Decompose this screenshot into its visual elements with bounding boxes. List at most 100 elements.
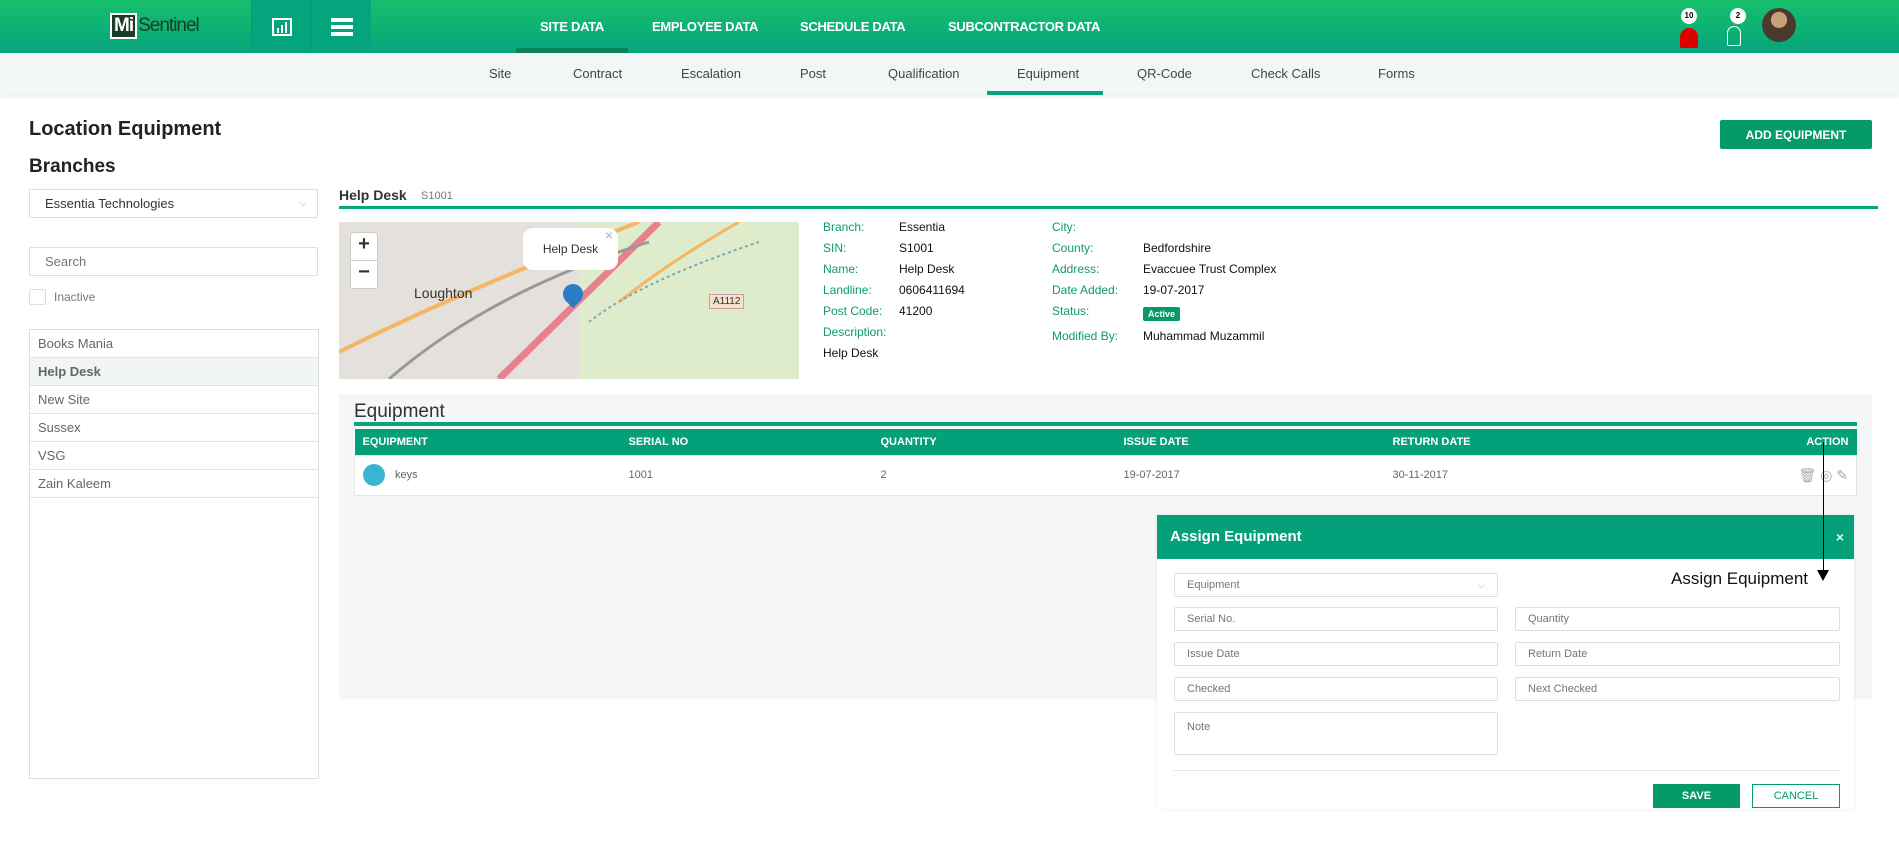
nav-subcontractor-data[interactable]: SUBCONTRACTOR DATA [948,0,1100,53]
info-value: Help Desk [899,262,955,276]
map-place-label: Loughton [414,285,473,301]
menu-button[interactable] [311,0,371,53]
zoom-out-button[interactable]: − [351,261,377,289]
subnav-site[interactable]: Site [489,53,511,95]
info-label: Description: [823,325,887,339]
close-icon[interactable]: × [1836,515,1844,559]
column-header[interactable]: ISSUE DATE [1124,429,1393,455]
column-header[interactable]: SERIAL NO [629,429,881,455]
subnav-forms[interactable]: Forms [1378,53,1415,95]
bell-icon [1727,26,1741,46]
serial-cell: 1001 [628,469,653,481]
divider [1174,770,1840,771]
add-equipment-button[interactable]: ADD EQUIPMENT [1720,120,1872,149]
next-checked-input[interactable] [1515,677,1840,701]
column-header[interactable]: EQUIPMENT [355,429,629,455]
inactive-label: Inactive [54,290,96,304]
chevron-down-icon: ⌵ [1478,579,1485,590]
equipment-table: EQUIPMENT SERIAL NO QUANTITY ISSUE DATE … [354,429,1857,496]
subnav-contract[interactable]: Contract [573,53,622,95]
nav-site-data[interactable]: SITE DATA [540,0,604,53]
site-map[interactable]: Loughton A1112 + − Help Desk × [339,222,799,379]
map-road-label: A1112 [709,294,745,309]
site-item[interactable]: New Site [30,386,318,414]
subnav-equipment[interactable]: Equipment [1017,53,1079,95]
notifications-badge: 2 [1730,8,1746,24]
info-value [899,325,965,339]
map-popup: Help Desk × [523,227,618,270]
info-label: Status: [1052,304,1090,318]
popup-close-icon[interactable]: × [605,222,613,256]
search-input[interactable] [29,247,318,276]
equipment-select-value: Equipment [1187,579,1240,591]
equipment-name: keys [395,468,418,481]
subnav-qr-code[interactable]: QR-Code [1137,53,1192,95]
site-item[interactable]: VSG [30,442,318,470]
info-label: Landline: [823,283,872,297]
checked-input[interactable] [1174,677,1498,701]
info-label: Branch: [823,220,865,234]
edit-icon[interactable]: ✎ [1836,467,1848,483]
quantity-cell: 2 [880,469,887,481]
info-value: Evaccuee Trust Complex [1143,262,1277,276]
info-label: SIN: [823,241,847,255]
save-button[interactable]: SAVE [1653,784,1740,808]
equipment-heading: Equipment [354,401,445,422]
nav-employee-data[interactable]: EMPLOYEE DATA [652,0,758,53]
map-popup-text: Help Desk [542,242,599,256]
site-item[interactable]: Zain Kaleem [30,470,318,498]
divider [354,422,1857,426]
site-title: Help Desk [339,187,407,203]
user-avatar[interactable] [1762,8,1796,42]
chevron-down-icon: ⌵ [299,198,307,209]
equipment-select[interactable]: Equipment ⌵ [1174,573,1498,597]
info-label: Date Added: [1052,283,1119,297]
siren-icon [1680,28,1698,48]
chart-icon [271,17,292,36]
site-item[interactable]: Sussex [30,414,318,442]
zoom-in-button[interactable]: + [351,233,377,261]
return-date-input[interactable] [1515,642,1840,666]
site-info-left: Branch: Essentia SIN: S1001 Name: Help Desk… [823,220,965,360]
info-label: Address: [1052,262,1100,276]
alerts-button[interactable]: 10 [1678,8,1700,48]
subnav-qualification[interactable]: Qualification [888,53,960,95]
subnav-check-calls[interactable]: Check Calls [1251,53,1320,95]
description-text: Help Desk [823,346,879,360]
column-header[interactable]: QUANTITY [881,429,1124,455]
quantity-input[interactable] [1515,607,1840,631]
view-icon[interactable]: ◎ [1820,467,1832,483]
info-value: 0606411694 [899,283,965,297]
return-date-cell: 30-11-2017 [1392,469,1448,481]
site-item[interactable]: Books Mania [30,330,318,358]
column-header: ACTION [1806,435,1849,448]
logo[interactable]: Mi Sentinel [110,10,200,42]
site-item-selected[interactable]: Help Desk [30,358,318,386]
serial-input[interactable] [1174,607,1498,631]
notifications-button[interactable]: 2 [1722,8,1748,48]
arrow-down-icon [1817,570,1829,581]
alerts-badge: 10 [1681,8,1697,24]
site-info-right: City: County: Bedfordshire Address: Evaccu… [1052,220,1276,343]
hamburger-icon [330,17,353,36]
inactive-checkbox[interactable] [29,289,46,305]
subnav-post[interactable]: Post [800,53,826,95]
branch-select-value: Essentia Technologies [45,196,175,211]
column-header[interactable]: RETURN DATE [1393,429,1659,455]
issue-date-cell: 19-07-2017 [1123,469,1180,481]
info-value: 19-07-2017 [1143,283,1205,297]
dashboard-chart-button[interactable] [251,0,311,53]
info-label: Name: [823,262,859,276]
issue-date-input[interactable] [1174,642,1498,666]
page-title: Location Equipment [29,118,222,140]
nav-schedule-data[interactable]: SCHEDULE DATA [800,0,906,53]
cancel-button[interactable]: CANCEL [1752,784,1840,808]
branch-select[interactable]: Essentia Technologies ⌵ [29,189,318,218]
subnav-escalation[interactable]: Escalation [681,53,741,95]
note-textarea[interactable] [1174,712,1498,755]
table-row[interactable]: keys 1001 2 19-07-2017 30-11-2017 🗑 ◎ ✎ [354,455,1857,495]
info-label: Post Code: [823,304,883,318]
info-value: Bedfordshire [1143,241,1212,255]
delete-icon[interactable]: 🗑 [1798,467,1816,483]
info-label: County: [1052,241,1094,255]
